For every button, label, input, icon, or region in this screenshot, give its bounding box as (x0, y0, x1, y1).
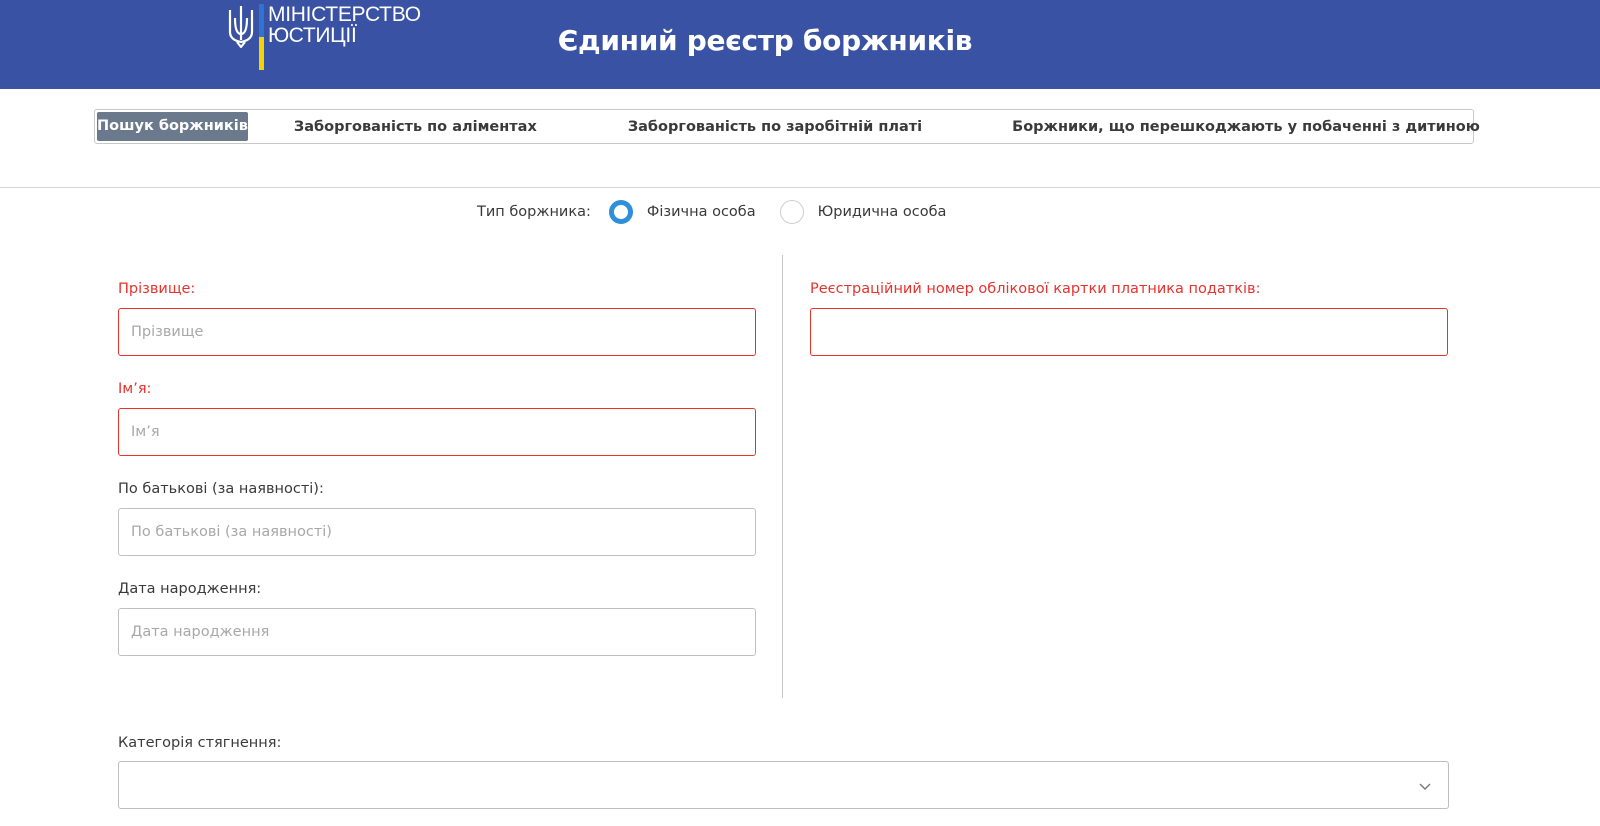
logo-line-1: МІНІСТЕРСТВО (268, 3, 421, 26)
tab-child-visitation-debtors[interactable]: Боржники, що перешкоджають у побаченні з… (1012, 119, 1480, 135)
column-separator (782, 255, 783, 698)
name-input[interactable] (118, 408, 756, 456)
tab-bar: Пошук боржників Заборгованість по алімен… (94, 109, 1480, 144)
name-label: Ім’я: (118, 381, 152, 397)
tax-number-label: Реєстраційний номер облікової картки пла… (810, 281, 1261, 297)
tax-number-input[interactable] (810, 308, 1448, 356)
debtor-type-selector: Тип боржника: Фізична особа Юридична осо… (477, 198, 970, 226)
section-divider (0, 187, 1600, 188)
radio-legal-entity[interactable] (779, 200, 804, 224)
radio-individual-label[interactable]: Фізична особа (647, 204, 756, 220)
birth-date-input[interactable] (118, 608, 756, 656)
tab-debtor-search[interactable]: Пошук боржників (97, 112, 248, 141)
radio-legal-entity-label[interactable]: Юридична особа (818, 204, 947, 220)
patronymic-input[interactable] (118, 508, 756, 556)
patronymic-label: По батькові (за наявності): (118, 481, 324, 497)
chevron-down-icon (1419, 783, 1431, 790)
radio-individual[interactable] (608, 200, 633, 224)
page-title: Єдиний реєстр боржників (557, 24, 973, 57)
site-header: МІНІСТЕРСТВО ЮСТИЦІЇ Єдиний реєстр боржн… (0, 0, 1600, 89)
tab-salary-debt[interactable]: Заборгованість по заробітній платі (628, 119, 922, 135)
birth-date-label: Дата народження: (118, 581, 262, 597)
surname-input[interactable] (118, 308, 756, 356)
category-select[interactable] (118, 761, 1449, 809)
category-label: Категорія стягнення: (118, 735, 282, 751)
surname-label: Прізвище: (118, 281, 196, 297)
tab-alimony-debt[interactable]: Заборгованість по аліментах (294, 119, 537, 135)
debtor-type-label: Тип боржника: (477, 204, 591, 220)
